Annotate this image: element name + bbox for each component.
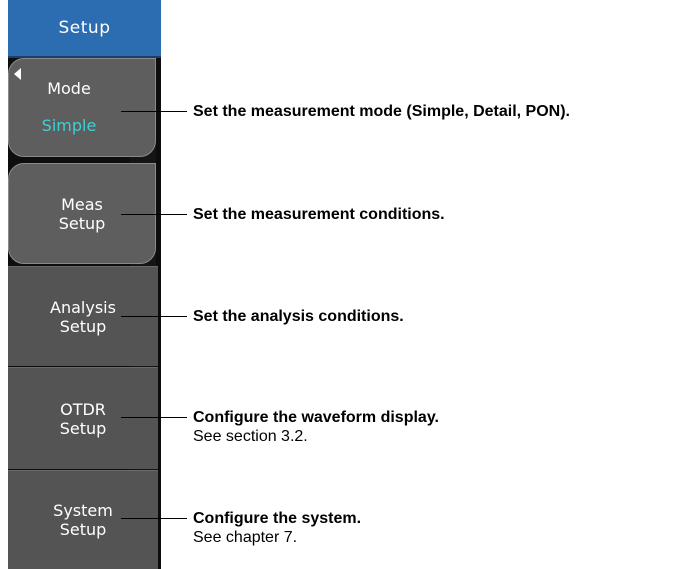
- mode-description: Set the measurement mode (Simple, Detail…: [193, 102, 570, 121]
- meas-setup-label-line1: Meas: [61, 194, 103, 214]
- callout-line-system: [121, 518, 187, 519]
- callout-line-meas: [121, 214, 187, 215]
- analysis-description-title: Set the analysis conditions.: [193, 308, 404, 325]
- callout-line-analysis: [121, 316, 187, 317]
- callout-line-otdr: [121, 417, 187, 418]
- mode-soft-key[interactable]: Mode Simple: [8, 58, 156, 157]
- otdr-setup-label-line1: OTDR: [60, 399, 106, 419]
- otdr-description-ref: See section 3.2.: [193, 428, 308, 445]
- meas-description: Set the measurement conditions.: [193, 205, 445, 224]
- system-setup-soft-key[interactable]: System Setup: [8, 470, 158, 569]
- mode-label: Mode: [47, 79, 91, 98]
- system-setup-label-line2: Setup: [59, 520, 107, 539]
- system-description-title: Configure the system.: [193, 510, 362, 527]
- analysis-setup-label-line2: Setup: [59, 316, 107, 336]
- system-description-ref: See chapter 7.: [193, 529, 298, 546]
- meas-description-title: Set the measurement conditions.: [193, 206, 445, 223]
- menu-title: Setup: [8, 0, 161, 58]
- otdr-setup-soft-key[interactable]: OTDR Setup: [8, 367, 158, 469]
- callout-line-mode: [121, 111, 187, 112]
- otdr-setup-label-line2: Setup: [59, 418, 107, 438]
- otdr-description: Configure the waveform display. See sect…: [193, 408, 439, 447]
- mode-value: Simple: [41, 116, 97, 135]
- analysis-description: Set the analysis conditions.: [193, 307, 404, 326]
- otdr-description-title: Configure the waveform display.: [193, 409, 439, 426]
- mode-description-title: Set the measurement mode (Simple, Detail…: [193, 103, 570, 120]
- meas-setup-label-line2: Setup: [58, 213, 106, 233]
- system-description: Configure the system. See chapter 7.: [193, 509, 361, 548]
- analysis-setup-label-line1: Analysis: [50, 297, 116, 317]
